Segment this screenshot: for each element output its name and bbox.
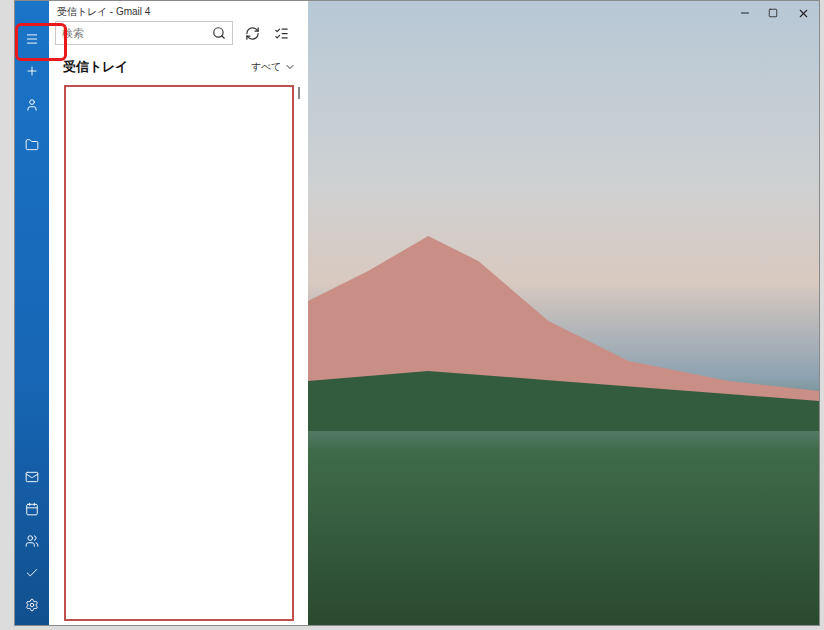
select-mode-icon[interactable]	[274, 26, 289, 41]
minimize-button[interactable]	[731, 1, 759, 25]
folders-button[interactable]	[15, 125, 49, 165]
new-mail-button-icon	[25, 64, 39, 78]
mail-window: 受信トレイ - Gmail 4 検索受信トレイ すべて	[14, 0, 820, 626]
message-list[interactable]	[64, 85, 294, 622]
maximize-button[interactable]	[759, 1, 787, 25]
folders-button-icon	[25, 138, 39, 152]
screen: 受信トレイ - Gmail 4 検索受信トレイ すべて	[0, 0, 824, 630]
scrollbar-thumb[interactable]	[298, 87, 300, 99]
calendar-app-button[interactable]	[15, 493, 49, 525]
chevron-down-icon	[284, 61, 296, 73]
todo-app-button[interactable]	[15, 557, 49, 589]
filter-dropdown[interactable]: すべて	[251, 59, 296, 74]
people-app-button-icon	[25, 534, 39, 548]
accounts-button[interactable]	[15, 85, 49, 125]
settings-button-icon	[25, 598, 39, 612]
menu-button-icon	[25, 32, 39, 46]
folder-title: 受信トレイ	[63, 57, 128, 77]
mail-app-button-icon	[25, 470, 39, 484]
window-title: 受信トレイ - Gmail 4	[49, 1, 308, 21]
search-placeholder: 検索	[62, 25, 212, 42]
sync-icon[interactable]	[245, 26, 260, 41]
mail-app-button[interactable]	[15, 461, 49, 493]
people-app-button[interactable]	[15, 525, 49, 557]
search-field[interactable]: 検索	[55, 21, 233, 45]
new-mail-button[interactable]	[15, 57, 49, 85]
mountain-icon	[308, 231, 819, 431]
message-pane: 受信トレイ - Gmail 4 検索受信トレイ すべて	[49, 1, 308, 625]
search-icon[interactable]	[212, 26, 226, 40]
close-icon	[797, 7, 810, 20]
minimize-icon	[739, 7, 751, 19]
nav-sidebar	[15, 1, 49, 625]
todo-app-button-icon	[25, 566, 39, 580]
maximize-icon	[768, 8, 778, 18]
calendar-app-button-icon	[25, 502, 39, 516]
settings-button[interactable]	[15, 589, 49, 621]
menu-annotation	[15, 23, 67, 61]
menu-button[interactable]	[15, 21, 49, 57]
background-photo	[308, 1, 819, 625]
accounts-button-icon	[25, 98, 39, 112]
close-button[interactable]	[787, 1, 819, 25]
